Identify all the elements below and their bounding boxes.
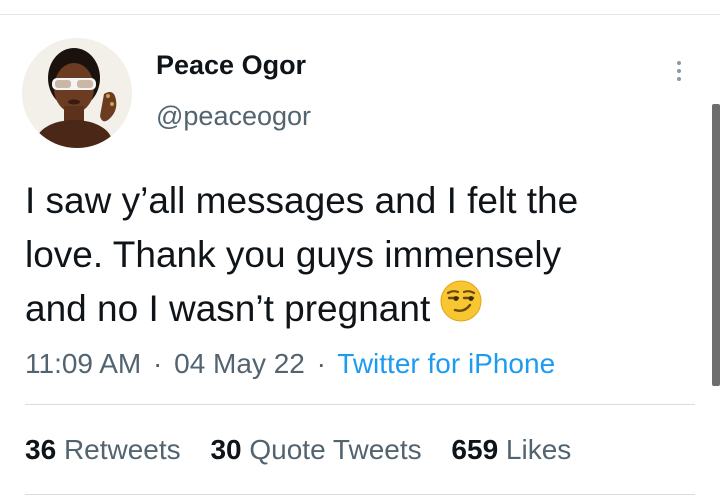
tweet-date[interactable]: 04 May 22 bbox=[174, 348, 305, 379]
quote-tweets-count: 30 bbox=[210, 434, 242, 465]
display-name[interactable]: Peace Ogor bbox=[156, 50, 306, 81]
tweet-text-line: love. Thank you guys immensely bbox=[25, 234, 562, 275]
avatar[interactable] bbox=[22, 38, 132, 148]
scrollbar[interactable] bbox=[712, 104, 720, 386]
tweet-text: I saw y’all messages and I felt the love… bbox=[25, 174, 705, 340]
avatar-image bbox=[22, 38, 132, 148]
likes-count: 659 bbox=[451, 434, 499, 465]
meta-separator: · bbox=[316, 348, 326, 379]
meta-separator: · bbox=[153, 348, 163, 379]
tweet-text-line-last: and no I wasn’t pregnant bbox=[25, 280, 705, 340]
likes-label: Likes bbox=[505, 434, 572, 465]
top-divider bbox=[0, 14, 720, 15]
tweet-text-line: and no I wasn’t pregnant bbox=[25, 288, 431, 329]
tweet-time[interactable]: 11:09 AM bbox=[25, 348, 141, 379]
retweets-stat[interactable]: 36 Retweets bbox=[25, 434, 181, 465]
quote-tweets-stat[interactable]: 30 Quote Tweets bbox=[210, 434, 421, 465]
dot bbox=[677, 61, 681, 65]
tweet-meta: 11:09 AM · 04 May 22 · Twitter for iPhon… bbox=[25, 348, 555, 380]
likes-stat[interactable]: 659 Likes bbox=[451, 434, 571, 465]
retweets-label: Retweets bbox=[63, 434, 181, 465]
retweets-count: 36 bbox=[25, 434, 57, 465]
divider bbox=[25, 494, 695, 495]
user-handle[interactable]: @peaceogor bbox=[156, 101, 311, 132]
tweet-stats: 36 Retweets 30 Quote Tweets 659 Likes bbox=[25, 434, 593, 466]
divider bbox=[25, 404, 695, 405]
dot bbox=[677, 77, 681, 81]
quote-tweets-label: Quote Tweets bbox=[249, 434, 422, 465]
smirking-face-emoji-icon bbox=[440, 280, 482, 337]
more-options-icon[interactable] bbox=[664, 54, 694, 88]
tweet-text-line: I saw y’all messages and I felt the bbox=[25, 180, 579, 221]
tweet-source-link[interactable]: Twitter for iPhone bbox=[337, 348, 555, 379]
dot bbox=[677, 69, 681, 73]
